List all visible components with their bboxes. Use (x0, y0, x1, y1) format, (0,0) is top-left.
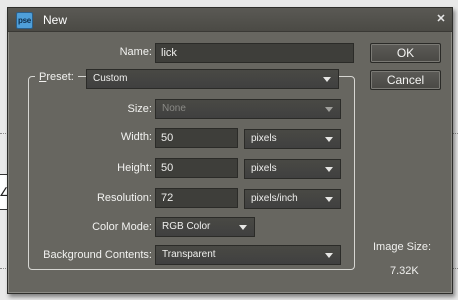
color-mode-value: RGB Color (162, 221, 211, 232)
resolution-unit-value: pixels/inch (251, 193, 298, 204)
height-unit-select[interactable]: pixels (244, 159, 341, 179)
app-icon: pse (16, 12, 33, 29)
width-label: Width: (120, 131, 152, 143)
height-label: Height: (117, 162, 152, 174)
width-unit-value: pixels (251, 133, 277, 144)
preset-select[interactable]: Custom (86, 69, 339, 89)
size-select: None (155, 99, 341, 119)
height-unit-value: pixels (251, 163, 277, 174)
dialog-title: New (43, 13, 68, 27)
resolution-label: Resolution: (96, 192, 152, 204)
background-contents-label: Background Contents: (43, 249, 152, 261)
chevron-down-icon (239, 225, 247, 230)
preset-value: Custom (93, 73, 128, 84)
color-mode-label: Color Mode: (92, 221, 152, 233)
size-value: None (162, 103, 186, 114)
resolution-input[interactable]: 72 (155, 188, 238, 208)
image-size-label: Image Size: (373, 241, 432, 253)
chevron-down-icon (325, 253, 333, 258)
height-input[interactable]: 50 (155, 158, 238, 178)
ok-button[interactable]: OK (370, 43, 441, 63)
new-document-dialog: pse New ✕ Name: lick OK Cancel Preset: C… (7, 7, 453, 294)
chevron-down-icon (325, 107, 333, 112)
background-contents-value: Transparent (162, 249, 216, 260)
size-label: Size: (127, 103, 152, 115)
name-label: Name: (119, 46, 152, 58)
resolution-unit-select[interactable]: pixels/inch (244, 189, 341, 209)
color-mode-select[interactable]: RGB Color (155, 217, 255, 237)
cancel-button[interactable]: Cancel (370, 70, 441, 90)
width-input[interactable]: 50 (155, 128, 238, 148)
chevron-down-icon (325, 167, 333, 172)
preset-label: Preset: (35, 71, 78, 83)
title-bar[interactable]: pse New ✕ (8, 8, 452, 32)
background-contents-select[interactable]: Transparent (155, 245, 341, 265)
chevron-down-icon (325, 197, 333, 202)
chevron-down-icon (325, 137, 333, 142)
image-size-value: 7.32K (390, 265, 419, 277)
chevron-down-icon (323, 77, 331, 82)
close-icon[interactable]: ✕ (435, 12, 447, 26)
preset-label-text: reset: (46, 71, 74, 83)
name-input[interactable]: lick (155, 43, 354, 63)
width-unit-select[interactable]: pixels (244, 129, 341, 149)
